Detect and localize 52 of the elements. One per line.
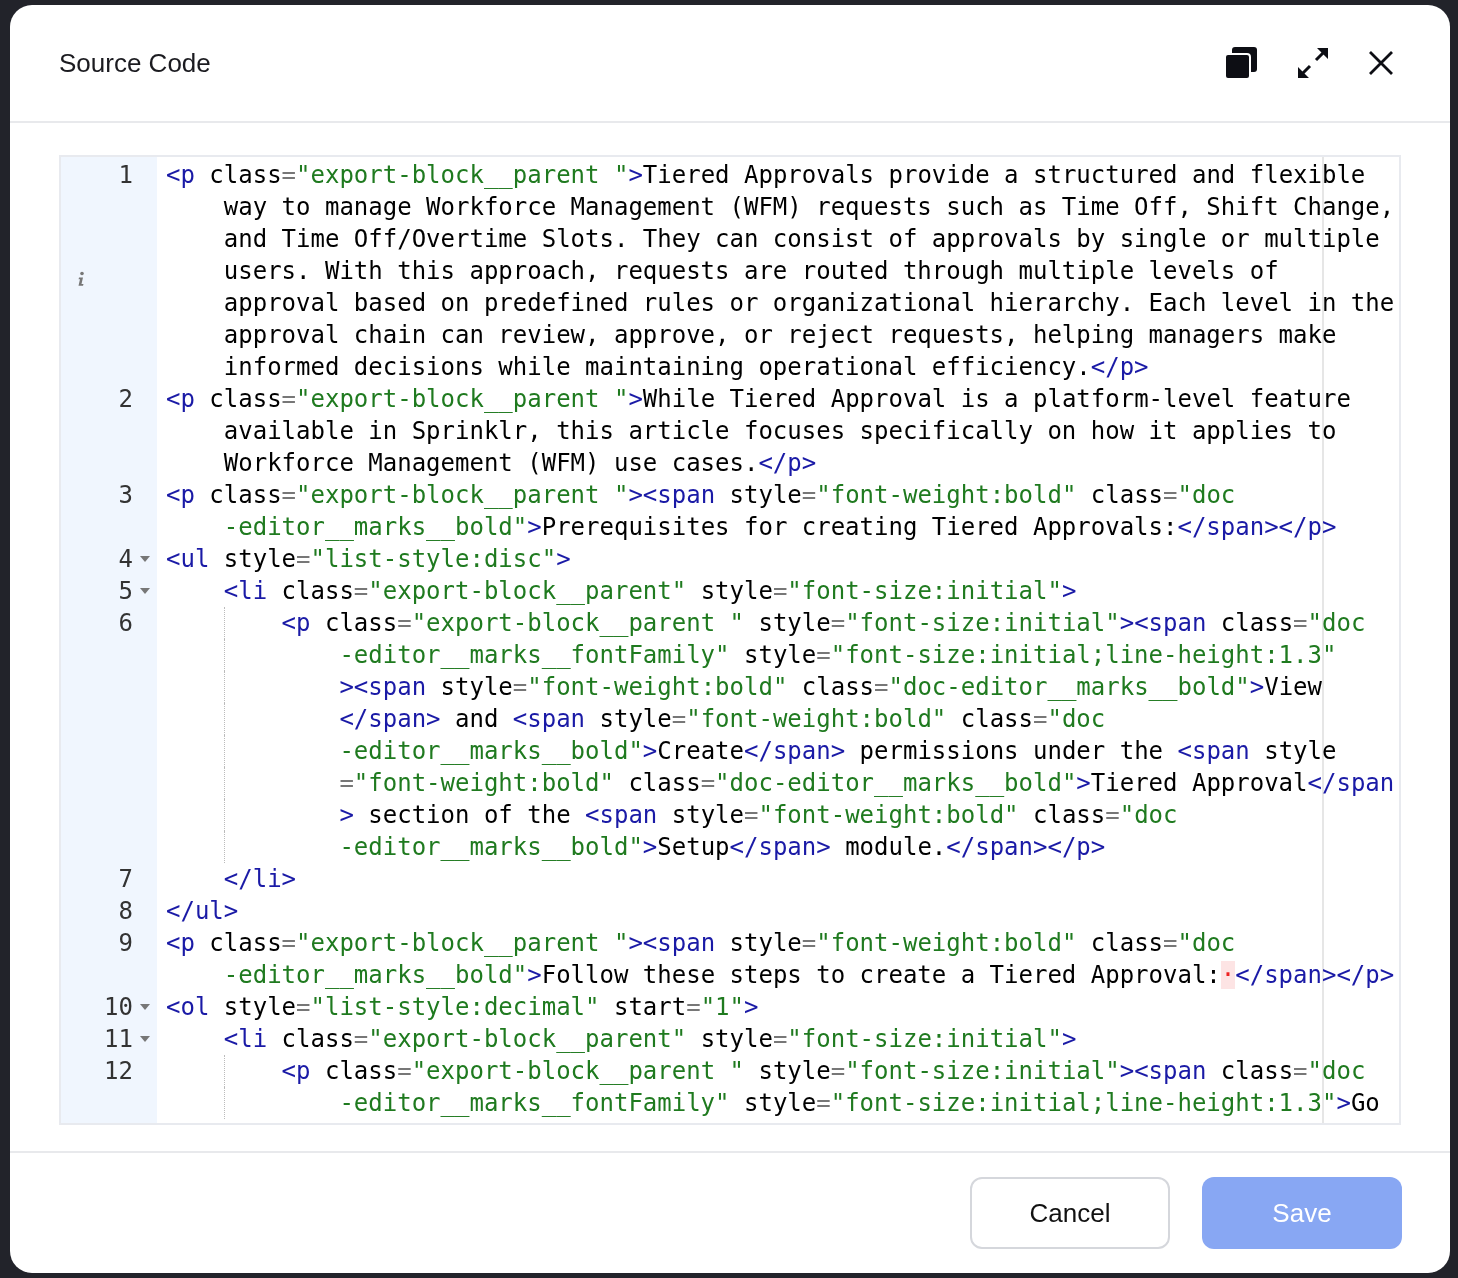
code-line: -editor__marks__bold">Setup</span> module.</span></p> [339, 833, 1106, 861]
line-number: 2 [117, 384, 133, 415]
code-line: Workforce Management (WFM) use cases.</p> [223, 449, 817, 477]
code-line: <p class="export-block__parent ">While Tiered Approval is a platform-level feature [166, 385, 1351, 413]
line-number: 7 [117, 864, 133, 895]
line-number: 10 [103, 992, 133, 1023]
code-line: <p class="export-block__parent "><span style="font-weight:bold" class="doc [166, 481, 1236, 509]
code-line: <p class="export-block__parent "><span style="font-weight:bold" class="doc [166, 929, 1236, 957]
line-number: 1 [117, 160, 133, 191]
code-line: -editor__marks__bold">Follow these steps to create a Tiered Approval:·</span></p> [223, 961, 1395, 989]
line-number: 4 [117, 544, 133, 575]
code-line: </span> and <span style="font-weight:bold" class="doc [339, 705, 1106, 733]
expand-icon[interactable] [1296, 46, 1330, 80]
line-number: 5 [117, 576, 133, 607]
code-line: <p class="export-block__parent ">Tiered Approvals provide a structured and flexible [166, 161, 1366, 189]
line-number: 6 [117, 608, 133, 639]
line-number: 3 [117, 480, 133, 511]
code-line: ="font-weight:bold" class="doc-editor__marks__bold">Tiered Approval</span [339, 769, 1395, 797]
code-line: <ol style="list-style:decimal" start="1"> [166, 993, 759, 1021]
fold-arrow-icon[interactable] [140, 556, 150, 562]
code-line: -editor__marks__bold">Prerequisites for creating Tiered Approvals:</span></p> [223, 513, 1337, 541]
code-line: <li class="export-block__parent" style="font-size:initial"> [222, 577, 1077, 605]
code-line: approval based on predefined rules or organizational hierarchy. Each level in the [223, 289, 1395, 317]
code-line: users. With this approach, requests are routed through multiple levels of [223, 257, 1279, 285]
code-line: <li class="export-block__parent" style="font-size:initial"> [222, 1025, 1077, 1053]
line-number: 9 [117, 928, 133, 959]
code-line: </li> [222, 865, 297, 893]
code-line: ><span style="font-weight:bold" class="doc-editor__marks__bold">View [339, 673, 1322, 701]
cancel-button[interactable]: Cancel [970, 1177, 1170, 1249]
dialog-title: Source Code [59, 47, 212, 79]
fold-arrow-icon[interactable] [140, 1004, 150, 1010]
code-line: informed decisions while maintaining operational efficiency.</p> [223, 353, 1149, 381]
info-icon [77, 271, 85, 287]
code-line: available in Sprinklr, this article focuses specifically on how it applies to [223, 417, 1337, 445]
code-line: and Time Off/Overtime Slots. They can consist of approvals by single or multiple [223, 225, 1380, 253]
code-line: way to manage Workforce Management (WFM) requests such as Time Off, Shift Change, [223, 193, 1395, 221]
code-line: > section of the <span style="font-weight:bold" class="doc [339, 801, 1178, 829]
line-number: 12 [103, 1056, 133, 1087]
code-line: </ul> [166, 897, 239, 925]
fold-arrow-icon[interactable] [140, 1036, 150, 1042]
code-line: <p class="export-block__parent " style="font-size:initial"><span class="doc [280, 1057, 1366, 1085]
code-line: -editor__marks__fontFamily" style="font-size:initial;line-height:1.3" [339, 641, 1337, 669]
line-number: 8 [117, 896, 133, 927]
code-line: <ul style="list-style:disc"> [166, 545, 571, 573]
code-line: -editor__marks__bold">Create</span> permissions under the <span style [339, 737, 1337, 765]
line-number: 11 [103, 1024, 133, 1055]
close-icon[interactable] [1368, 50, 1394, 76]
code-line: -editor__marks__fontFamily" style="font-size:initial;line-height:1.3">Go [339, 1089, 1380, 1117]
code-line: approval chain can review, approve, or reject requests, helping managers make [223, 321, 1337, 349]
copy-icon[interactable] [1224, 46, 1258, 80]
code-line: <p class="export-block__parent " style="font-size:initial"><span class="doc [280, 609, 1366, 637]
fold-arrow-icon[interactable] [140, 588, 150, 594]
